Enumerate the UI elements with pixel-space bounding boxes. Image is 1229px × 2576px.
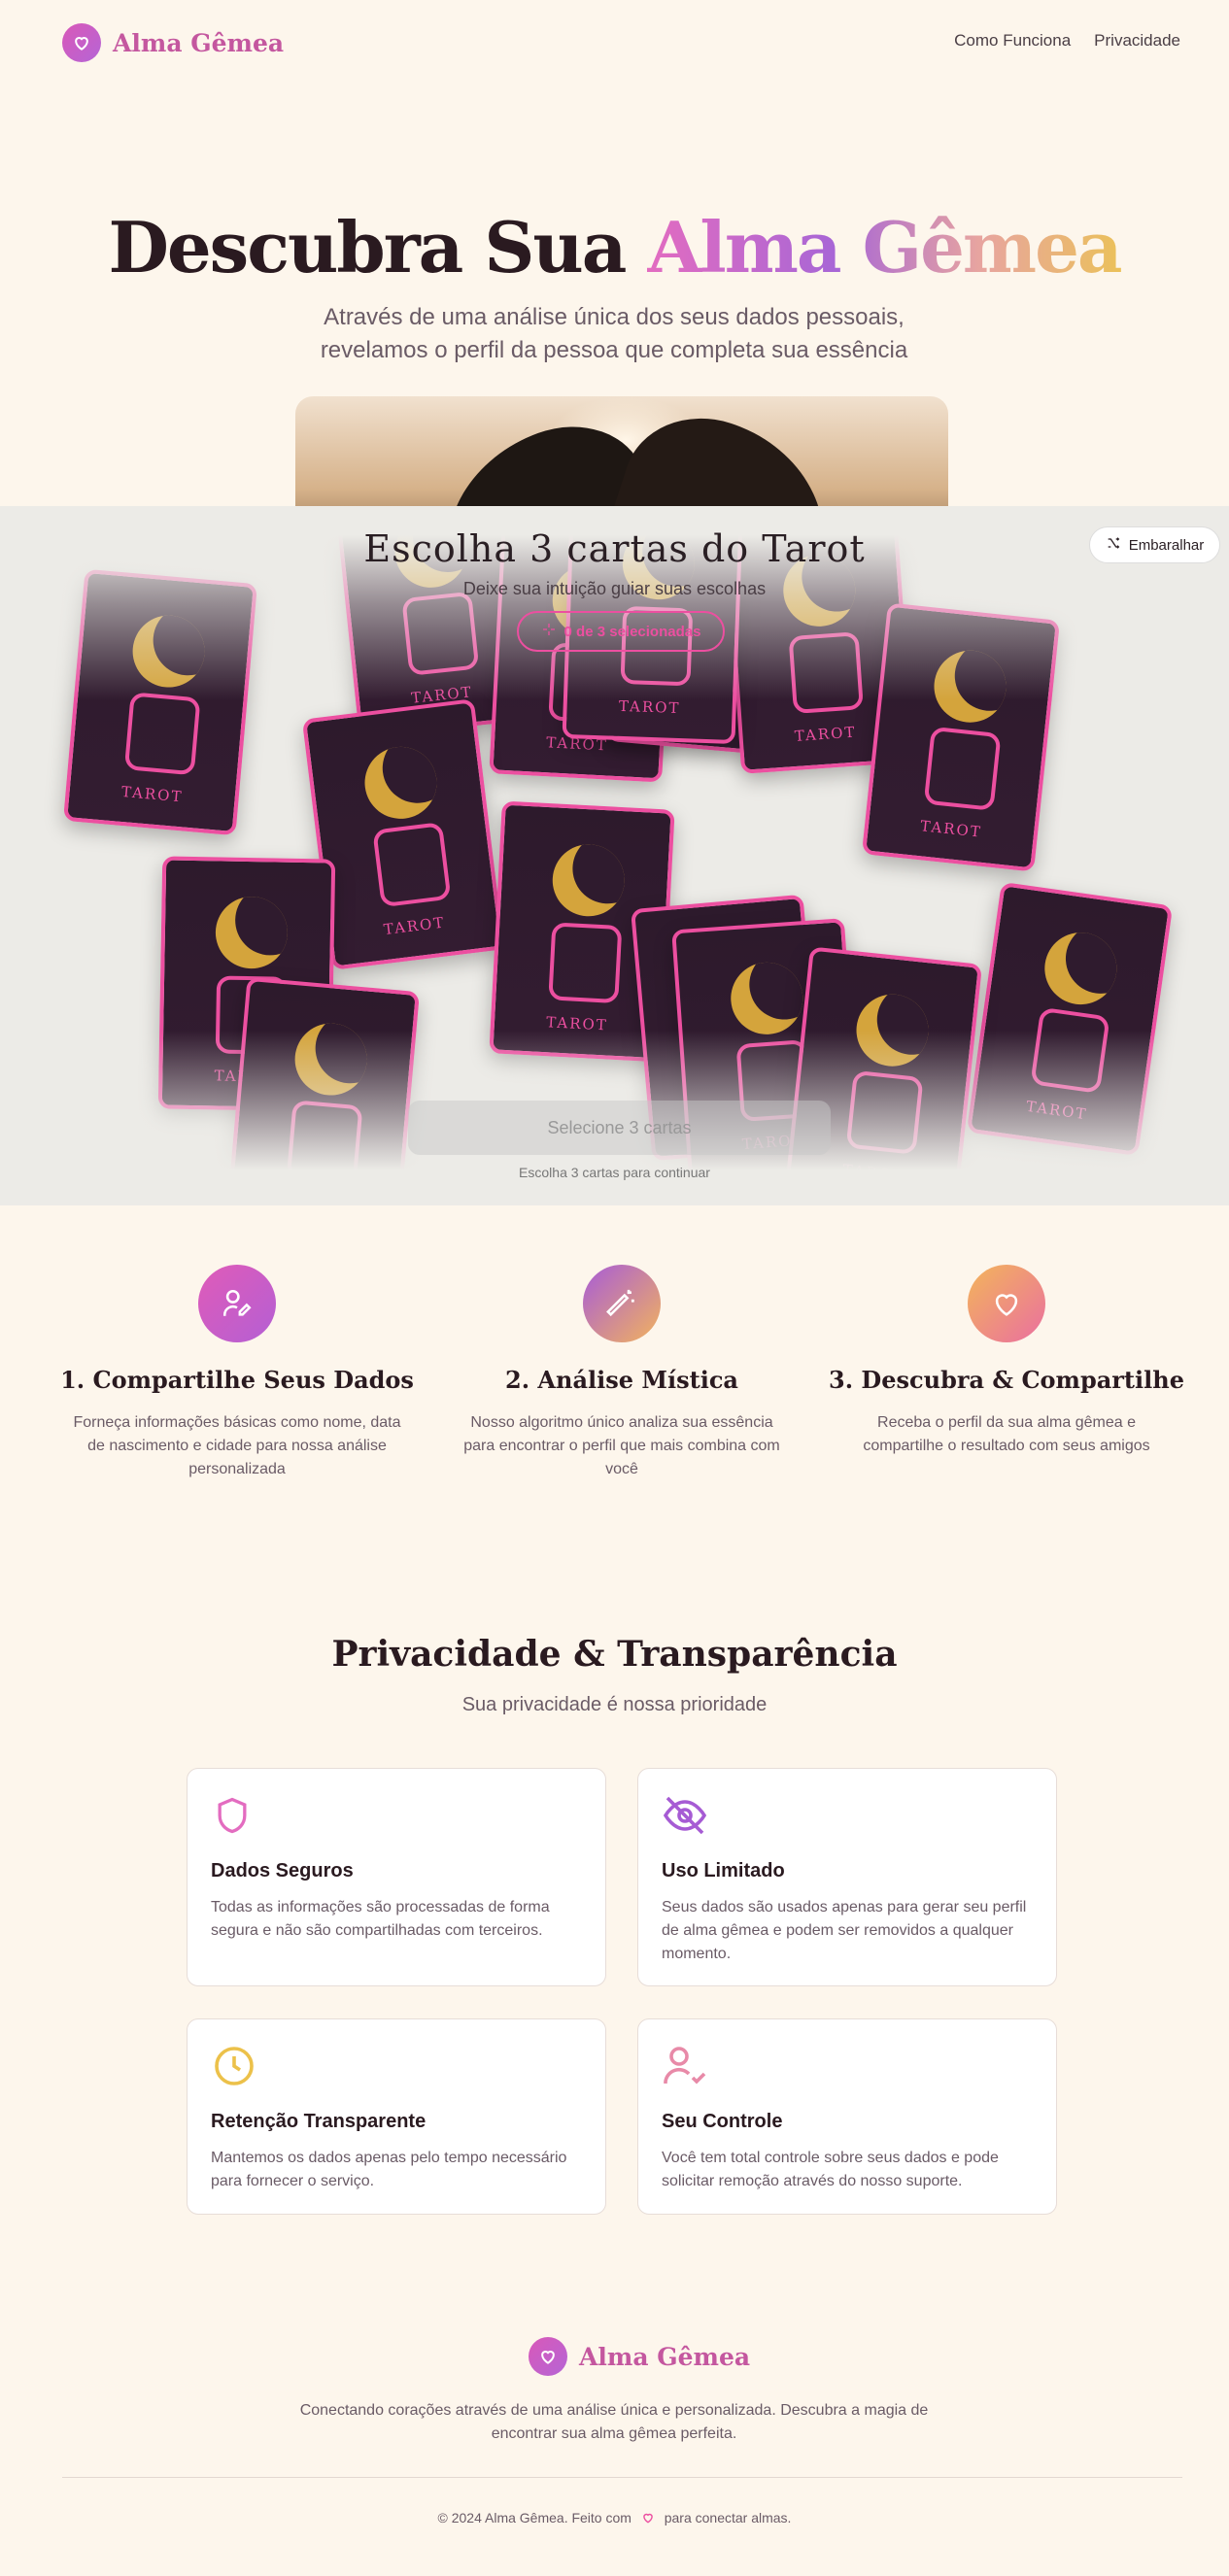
card-frame: [923, 726, 1002, 811]
tarot-card-label: TAROT: [382, 913, 447, 939]
heart-icon: [62, 23, 101, 62]
hero-title: Descubra Sua Alma Gêmea: [0, 206, 1229, 288]
heart-icon: [641, 2511, 655, 2527]
moon-icon: [728, 960, 805, 1037]
privacy-card-control: Seu Controle Você tem total controle sob…: [637, 2018, 1057, 2215]
hero-subtitle: Através de uma análise única dos seus da…: [274, 301, 954, 367]
shield-icon: [211, 1792, 582, 1839]
moon-icon: [550, 842, 627, 919]
card-frame: [372, 822, 452, 908]
selection-count-badge: 0 de 3 selecionadas: [517, 611, 725, 652]
nav-how-it-works[interactable]: Como Funciona: [954, 31, 1071, 51]
tarot-title: Escolha 3 cartas do Tarot: [363, 527, 866, 570]
shuffle-button[interactable]: Embaralhar: [1089, 526, 1220, 563]
tarot-overlay: TAROTTAROTTAROTTAROTTAROTTAROTTAROTTAROT…: [0, 506, 1229, 1205]
copyright-text-end: para conectar almas.: [664, 2510, 792, 2525]
select-hint: Escolha 3 cartas para continuar: [519, 1165, 710, 1180]
sparkle-icon: [541, 622, 557, 641]
moon-icon: [360, 742, 441, 824]
tarot-subtitle: Deixe sua intuição guiar suas escolhas: [462, 579, 767, 598]
card-frame: [548, 922, 623, 1004]
privacy-card-retention-text: Mantemos os dados apenas pelo tempo nece…: [211, 2150, 567, 2189]
privacy-card-retention-title: Retenção Transparente: [211, 2111, 427, 2132]
step-2-title: 2. Análise Mística: [505, 1366, 738, 1394]
footer-logo[interactable]: Alma Gêmea: [529, 2337, 750, 2376]
select-cards-button[interactable]: Selecione 3 cartas: [408, 1101, 831, 1155]
copyright-text-start: © 2024 Alma Gêmea. Feito com: [437, 2510, 632, 2525]
user-check-icon: [662, 2043, 1033, 2089]
footer-brand-name: Alma Gêmea: [579, 2342, 751, 2371]
hero-title-highlight: Alma Gêmea: [647, 206, 1122, 288]
heart-icon: [968, 1265, 1045, 1342]
shuffle-icon: [1106, 535, 1121, 555]
heart-icon: [529, 2337, 567, 2376]
card-frame: [123, 692, 201, 776]
step-2-text: Nosso algoritmo único analiza sua essênc…: [463, 1414, 780, 1477]
privacy-card-control-text: Você tem total controle sobre seus dados…: [662, 2150, 999, 2189]
step-2: 2. Análise Mística Nosso algoritmo único…: [437, 1265, 806, 1481]
moon-icon: [215, 896, 289, 969]
tarot-card-label: TAROT: [919, 817, 983, 841]
selection-count-text: 0 de 3 selecionadas: [563, 623, 701, 640]
step-3-text: Receba o perfil da sua alma gêmea e comp…: [863, 1414, 1150, 1454]
footer-description: Conectando corações através de uma análi…: [299, 2402, 929, 2442]
main-nav: Como Funciona Privacidade: [954, 31, 1180, 51]
brand-name: Alma Gêmea: [113, 28, 285, 57]
eye-off-icon: [662, 1792, 1033, 1839]
privacy-title: Privacidade & Transparência: [331, 1634, 898, 1675]
step-3-title: 3. Descubra & Compartilhe: [829, 1366, 1184, 1394]
step-1-title: 1. Compartilhe Seus Dados: [60, 1366, 414, 1394]
site-header: Alma Gêmea Como Funciona Privacidade: [0, 0, 1229, 85]
magic-wand-icon: [583, 1265, 661, 1342]
moon-icon: [1040, 928, 1122, 1009]
privacy-card-limited: Uso Limitado Seus dados são usados apena…: [637, 1768, 1057, 1986]
nav-privacy[interactable]: Privacidade: [1094, 31, 1180, 51]
tarot-card-label: TAROT: [120, 782, 185, 806]
hero-title-plain: Descubra Sua: [108, 206, 627, 288]
user-pen-icon: [198, 1265, 276, 1342]
shuffle-label: Embaralhar: [1128, 536, 1205, 554]
privacy-card-control-title: Seu Controle: [662, 2111, 783, 2132]
step-1: 1. Compartilhe Seus Dados Forneça inform…: [52, 1265, 422, 1481]
step-3: 3. Descubra & Compartilhe Receba o perfi…: [822, 1265, 1191, 1458]
privacy-card-secure-text: Todas as informações são processadas de …: [211, 1899, 550, 1939]
footer-copyright: © 2024 Alma Gêmea. Feito com para conect…: [0, 2510, 1229, 2527]
privacy-card-retention: Retenção Transparente Mantemos os dados …: [187, 2018, 606, 2215]
privacy-subtitle: Sua privacidade é nossa prioridade: [461, 1694, 768, 1715]
privacy-card-limited-title: Uso Limitado: [662, 1860, 785, 1881]
hero-subtitle-line2: revelamos o perfil da pessoa que complet…: [320, 337, 908, 363]
privacy-card-limited-text: Seus dados são usados apenas para gerar …: [662, 1899, 1027, 1962]
privacy-card-secure-title: Dados Seguros: [211, 1860, 354, 1881]
step-1-text: Forneça informações básicas como nome, d…: [73, 1414, 401, 1477]
hero-subtitle-line1: Através de uma análise única dos seus da…: [324, 304, 905, 330]
brand-logo[interactable]: Alma Gêmea: [62, 23, 284, 62]
privacy-card-secure: Dados Seguros Todas as informações são p…: [187, 1768, 606, 1986]
clock-icon: [211, 2043, 582, 2089]
footer-divider: [62, 2477, 1182, 2478]
